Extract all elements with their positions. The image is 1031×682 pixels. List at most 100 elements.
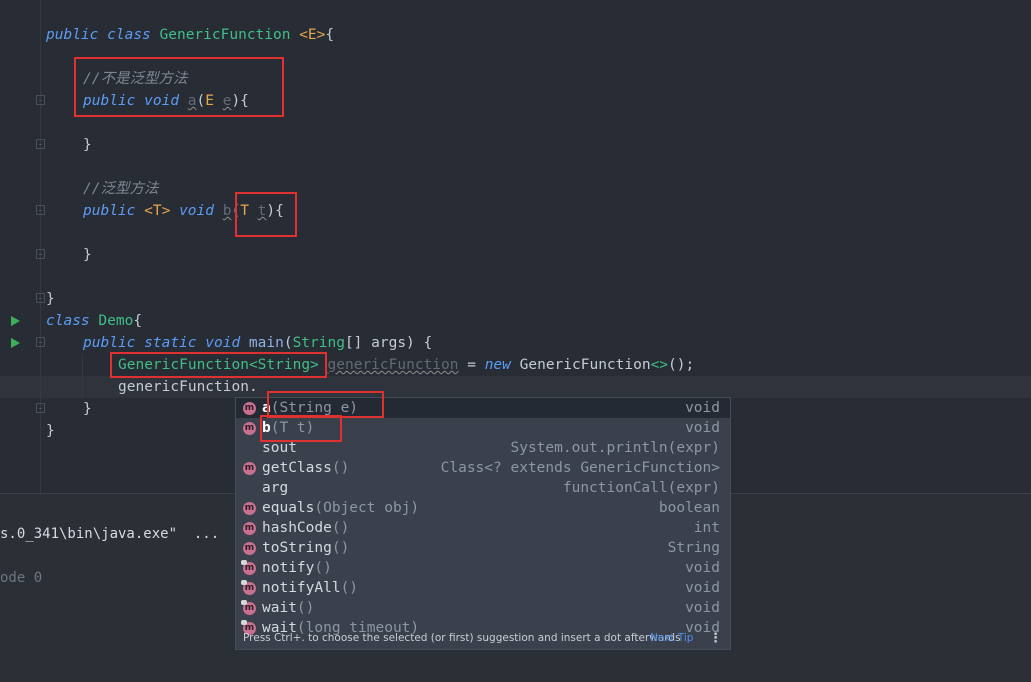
fold-marker[interactable] [36,337,45,347]
code-line-demo-class[interactable]: class Demo{ [46,310,142,332]
completion-item-params: (T t) [270,420,315,436]
completion-item-params: (String e) [270,400,359,416]
completion-item-label: getClass() [262,458,349,478]
more-options-icon[interactable]: ⋮ [709,628,722,649]
completion-item-label: arg [262,478,288,498]
keyword: void [179,203,214,219]
method-icon: m [241,580,256,595]
completion-item-name: equals [262,500,315,516]
completion-item-return-type: String [667,540,720,556]
completion-item-name: b [262,420,271,436]
fold-marker[interactable] [36,205,45,215]
code-line-method-a[interactable]: public void a(E e){ [83,90,249,112]
class-name: Demo [98,313,134,329]
code-line-close[interactable]: } [83,398,92,420]
code-line-current[interactable]: genericFunction. [118,376,258,398]
code-line-instantiation[interactable]: GenericFunction<String> genericFunction … [118,354,694,376]
next-tip-link[interactable]: Next Tip [650,628,693,649]
completion-item[interactable]: m notify() void [236,558,730,578]
variable-name: genericFunction [327,357,459,373]
run-icon[interactable] [11,338,20,348]
paren: ( [196,93,206,109]
completion-item-name: sout [262,440,297,456]
completion-item-label: hashCode() [262,518,349,538]
code-line-close[interactable]: } [46,420,55,442]
completion-item[interactable]: sout System.out.println(expr) [236,438,730,458]
completion-item-label: notifyAll() [262,578,358,598]
completion-item[interactable]: m toString() String [236,538,730,558]
completion-footer: Press Ctrl+. to choose the selected (or … [236,628,730,649]
completion-item[interactable]: m b(T t) void [236,418,730,438]
code-text: [] args) { [344,335,433,351]
run-icon[interactable] [11,316,20,326]
completion-item[interactable]: m equals(Object obj) boolean [236,498,730,518]
completion-item-return-type: void [685,580,720,596]
brace: { [133,313,143,329]
completion-item-label: b(T t) [262,418,314,438]
completion-popup[interactable]: m a(String e) void m b(T t) void sout System.ou… [235,397,731,650]
fold-marker[interactable] [36,95,45,105]
type-name: String [292,335,345,351]
completion-item[interactable]: m getClass() Class<? extends GenericFuncti… [236,458,730,478]
completion-item-params: () [331,520,350,536]
completion-item-return-type: int [693,520,720,536]
method-name: a [187,93,197,109]
brace: ){ [266,203,284,219]
completion-item-name: wait [262,600,297,616]
type-parameter: <T> [144,203,171,219]
keyword: public [46,27,99,43]
generic-type: GenericFunction<String> [118,357,319,373]
indent-guide [82,354,83,398]
completion-item-label: notify() [262,558,332,578]
console-line: ode 0 [0,570,43,586]
completion-item[interactable]: m hashCode() int [236,518,730,538]
completion-item[interactable]: m notifyAll() void [236,578,730,598]
fold-marker[interactable] [36,293,45,303]
completion-item[interactable]: arg functionCall(expr) [236,478,730,498]
keyword: public [83,335,136,351]
operator: = [458,357,485,373]
type-parameter: E [205,93,214,109]
completion-item-name: notify [262,560,315,576]
completion-item[interactable]: m wait() void [236,598,730,618]
code-text: genericFunction. [118,379,258,395]
class-name: GenericFunction [159,27,291,43]
fold-marker[interactable] [36,249,45,259]
completion-item-name: a [262,400,271,416]
method-icon: m [243,502,256,515]
completion-item-params: () [331,460,350,476]
brace: } [46,291,55,307]
completion-item-params: () [314,560,332,576]
brace: } [46,423,55,439]
method-icon: m [243,422,256,435]
completion-item-return-type: void [685,600,720,616]
code-line-close[interactable]: } [83,244,92,266]
method-icon: m [243,542,256,555]
type-parameter: T [240,203,249,219]
code-line-method-b[interactable]: public <T> void b(T t){ [83,200,284,222]
code-line-close[interactable]: } [46,288,55,310]
fold-marker[interactable] [36,139,45,149]
code-line-comment[interactable]: //不是泛型方法 [83,68,187,90]
type-parameter: <E> [299,27,326,43]
paren: ( [231,203,241,219]
code-line-comment[interactable]: //泛型方法 [83,178,158,200]
method-name: main [248,335,284,351]
completion-item-name: notifyAll [262,580,341,596]
keyword: static [144,335,197,351]
keyword: public [83,203,136,219]
completion-item-name: hashCode [262,520,332,536]
method-icon: m [241,600,256,615]
fold-marker[interactable] [36,403,45,413]
diamond-operator: <> [650,357,669,373]
completion-item[interactable]: m a(String e) void [236,398,730,418]
code-line-close[interactable]: } [83,134,92,156]
completion-item-name: toString [262,540,332,556]
completion-hint: Press Ctrl+. to choose the selected (or … [243,632,681,644]
brace: } [83,137,92,153]
code-line-class-decl[interactable]: public class GenericFunction <E>{ [46,24,334,46]
keyword: void [144,93,180,109]
code-line-main[interactable]: public static void main(String[] args) { [83,332,432,354]
completion-item-name: getClass [262,460,332,476]
brace: { [325,27,335,43]
